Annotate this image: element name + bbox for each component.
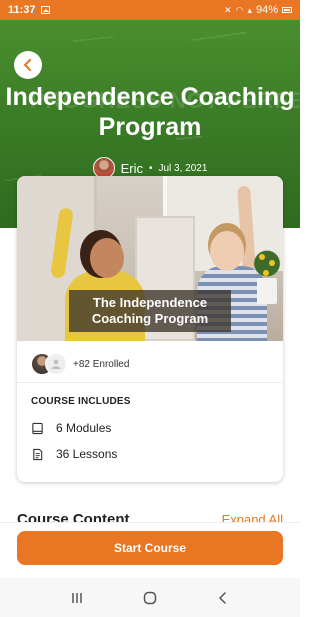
divider — [17, 382, 283, 383]
status-indicators: ✕ ◠ ▴ 94% — [224, 4, 292, 16]
hero-watermark-scribble: ~~~~~~~ — [189, 24, 249, 48]
includes-modules: 6 Modules — [31, 421, 111, 435]
mute-icon: ✕ — [224, 4, 232, 15]
status-bar: 11:37 ✕ ◠ ▴ 94% — [0, 0, 300, 20]
gallery-notification-icon — [40, 6, 50, 14]
avatar-placeholder — [45, 353, 67, 375]
modules-count: 6 Modules — [56, 421, 112, 435]
post-date: Jul 3, 2021 — [158, 162, 208, 174]
course-cover-image: The Independence Coaching Program — [17, 176, 283, 341]
wifi-icon: ◠ — [235, 4, 244, 15]
chevron-left-icon — [24, 59, 31, 71]
book-icon — [32, 422, 43, 434]
enrolled-count: +82 Enrolled — [73, 358, 130, 370]
person-head — [90, 238, 124, 278]
lessons-count: 36 Lessons — [56, 447, 118, 461]
includes-lessons: 36 Lessons — [31, 447, 117, 461]
course-includes-heading: COURSE INCLUDES — [31, 396, 131, 407]
cover-caption: The Independence Coaching Program — [69, 290, 231, 332]
plant-fruit — [259, 254, 265, 260]
plant-pot — [257, 278, 277, 304]
bottom-action-bar: Start Course — [0, 522, 300, 578]
recents-icon — [71, 592, 82, 603]
person-head — [210, 231, 244, 271]
system-back-button[interactable] — [211, 586, 235, 610]
battery-percent: 94% — [255, 4, 278, 16]
separator-dot: • — [148, 162, 153, 174]
status-time: 11:37 — [8, 4, 36, 16]
home-icon — [143, 591, 157, 604]
system-nav-bar — [0, 578, 300, 617]
enrolled-row[interactable]: +82 Enrolled — [31, 353, 129, 375]
course-screen: 11:37 ✕ ◠ ▴ 94% PROGRESS NOT PERFECTION … — [0, 0, 300, 617]
battery-icon — [282, 7, 292, 13]
hero-watermark-scribble: ~~~~~~ — [71, 29, 115, 49]
page-title: Independence Coaching Program — [5, 83, 295, 141]
start-course-button[interactable]: Start Course — [17, 531, 283, 565]
document-icon — [33, 448, 43, 460]
author-name[interactable]: Eric — [121, 161, 143, 176]
course-card: The Independence Coaching Program +82 En… — [17, 176, 283, 482]
user-icon — [51, 359, 61, 369]
home-button[interactable] — [138, 586, 162, 610]
potted-plant — [253, 246, 281, 306]
recents-button[interactable] — [65, 586, 89, 610]
back-icon — [219, 591, 227, 604]
plant-leaves — [253, 246, 281, 281]
signal-icon: ▴ — [247, 4, 252, 15]
back-button[interactable] — [14, 51, 42, 79]
